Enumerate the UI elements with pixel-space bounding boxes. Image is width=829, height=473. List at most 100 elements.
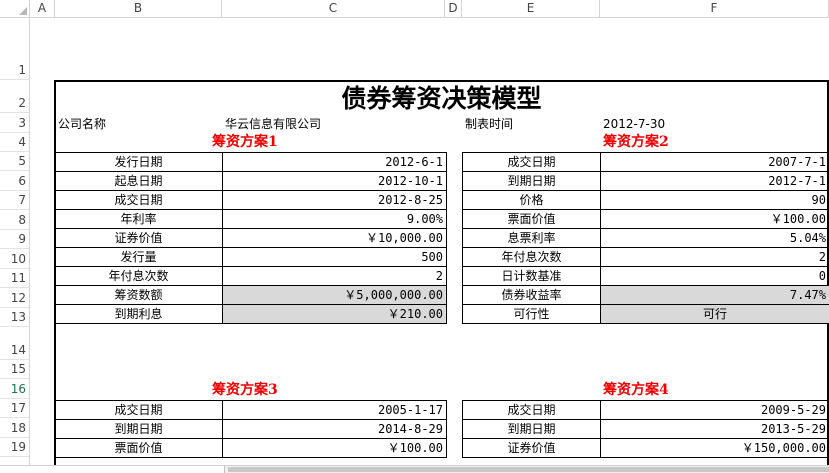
plan1-value-cell[interactable]: 2012-6-1 bbox=[222, 152, 447, 172]
plan1-label-cell[interactable]: 发行量 bbox=[54, 247, 223, 267]
row-header-9[interactable]: 9 bbox=[0, 230, 29, 249]
plan2-label-cell[interactable]: 到期日期 bbox=[462, 171, 601, 191]
row-header-16[interactable]: 16 bbox=[0, 379, 29, 399]
sheet-tab-area[interactable] bbox=[0, 466, 225, 473]
row-header-13[interactable]: 13 bbox=[0, 308, 29, 327]
row-header-2[interactable]: 2 bbox=[0, 80, 29, 113]
plan3-value-cell[interactable]: 2014-8-29 bbox=[222, 419, 447, 439]
row-header-4[interactable]: 4 bbox=[0, 133, 29, 152]
plan3-label-cell[interactable]: 成交日期 bbox=[54, 400, 223, 420]
table-row: 成交日期 2005-1-17 bbox=[54, 400, 447, 420]
plan3-value-cell[interactable]: 2005-1-17 bbox=[222, 400, 447, 420]
select-all-corner[interactable] bbox=[0, 0, 30, 17]
worksheet-grid[interactable]: 债券筹资决策模型 公司名称 华云信息有限公司 制表时间 2012-7-30 筹资… bbox=[30, 18, 829, 473]
plan1-label-cell[interactable]: 年付息次数 bbox=[54, 266, 223, 286]
plan2-title[interactable]: 筹资方案2 bbox=[603, 133, 669, 152]
plan4-title[interactable]: 筹资方案4 bbox=[603, 381, 669, 400]
table-row: 到期利息 ￥210.00 bbox=[54, 304, 447, 324]
plan2-value-cell[interactable]: ￥100.00 bbox=[600, 209, 829, 229]
row-header-3[interactable]: 3 bbox=[0, 113, 29, 133]
model-title[interactable]: 债券筹资决策模型 bbox=[54, 83, 829, 115]
table-row: 可行性 可行 bbox=[462, 304, 829, 324]
plan1-label-cell[interactable]: 成交日期 bbox=[54, 190, 223, 210]
horizontal-scrollbar[interactable] bbox=[0, 465, 829, 473]
table-row: 成交日期 2007-7-1 bbox=[462, 152, 829, 172]
plan1-value-cell[interactable]: 500 bbox=[222, 247, 447, 267]
table-row: 票面价值 ￥100.00 bbox=[54, 438, 447, 458]
row-header-bar: 1 2 3 4 5 6 7 8 9 10 11 12 13 14 15 16 1… bbox=[0, 18, 30, 473]
plan1-label-cell[interactable]: 发行日期 bbox=[54, 152, 223, 172]
row-header-10[interactable]: 10 bbox=[0, 249, 29, 269]
plan1-label-cell[interactable]: 起息日期 bbox=[54, 171, 223, 191]
row-header-15[interactable]: 15 bbox=[0, 360, 29, 379]
column-header-f[interactable]: F bbox=[600, 0, 829, 17]
row-header-14[interactable]: 14 bbox=[0, 327, 29, 360]
scrollbar-thumb[interactable] bbox=[228, 467, 829, 472]
plan1-value-cell[interactable]: 9.00% bbox=[222, 209, 447, 229]
plan1-label-cell[interactable]: 证券价值 bbox=[54, 228, 223, 248]
plan4-label-cell[interactable]: 成交日期 bbox=[462, 400, 601, 420]
plan2-value-cell[interactable]: 2007-7-1 bbox=[600, 152, 829, 172]
plan2-label-cell[interactable]: 息票利率 bbox=[462, 228, 601, 248]
date-label[interactable]: 制表时间 bbox=[465, 115, 513, 133]
plan2-label-cell[interactable]: 日计数基准 bbox=[462, 266, 601, 286]
plan1-title[interactable]: 筹资方案1 bbox=[212, 133, 278, 152]
plan2-label-cell[interactable]: 成交日期 bbox=[462, 152, 601, 172]
row-header-5[interactable]: 5 bbox=[0, 152, 29, 171]
plan4-value-cell[interactable]: ￥150,000.00 bbox=[600, 438, 829, 458]
column-header-e[interactable]: E bbox=[462, 0, 600, 17]
plan2-value-cell[interactable]: 2 bbox=[600, 247, 829, 267]
row-header-12[interactable]: 12 bbox=[0, 288, 29, 308]
plan1-value-cell[interactable]: ￥210.00 bbox=[222, 304, 447, 324]
row-header-11[interactable]: 11 bbox=[0, 269, 29, 288]
plan1-value-cell[interactable]: ￥5,000,000.00 bbox=[222, 285, 447, 305]
table-row: 证券价值 ￥10,000.00 bbox=[54, 228, 447, 248]
date-value[interactable]: 2012-7-30 bbox=[603, 115, 665, 133]
plan2-value-cell[interactable]: 7.47% bbox=[600, 285, 829, 305]
row-header-19[interactable]: 19 bbox=[0, 438, 29, 457]
plan4-value-cell[interactable]: 2013-5-29 bbox=[600, 419, 829, 439]
plan2-label-cell[interactable]: 可行性 bbox=[462, 304, 601, 324]
plan3-value-cell[interactable]: ￥100.00 bbox=[222, 438, 447, 458]
column-header-b[interactable]: B bbox=[55, 0, 222, 17]
table-row: 年付息次数 2 bbox=[462, 247, 829, 267]
plan3-label-cell[interactable]: 票面价值 bbox=[54, 438, 223, 458]
plan3-label-cell[interactable]: 到期日期 bbox=[54, 419, 223, 439]
row-header-18[interactable]: 18 bbox=[0, 418, 29, 438]
plan1-label-cell[interactable]: 筹资数额 bbox=[54, 285, 223, 305]
column-header-a[interactable]: A bbox=[30, 0, 55, 17]
plan1-value-cell[interactable]: ￥10,000.00 bbox=[222, 228, 447, 248]
table-row: 票面价值 ￥100.00 bbox=[462, 209, 829, 229]
plan4-table: 成交日期 2009-5-29 到期日期 2013-5-29 证券价值 ￥150,… bbox=[462, 400, 829, 458]
table-row: 日计数基准 0 bbox=[462, 266, 829, 286]
plan1-value-cell[interactable]: 2012-8-25 bbox=[222, 190, 447, 210]
row-header-6[interactable]: 6 bbox=[0, 171, 29, 191]
plan1-value-cell[interactable]: 2012-10-1 bbox=[222, 171, 447, 191]
row-header-17[interactable]: 17 bbox=[0, 399, 29, 418]
table-row: 成交日期 2012-8-25 bbox=[54, 190, 447, 210]
column-header-c[interactable]: C bbox=[222, 0, 445, 17]
plan2-value-cell[interactable]: 90 bbox=[600, 190, 829, 210]
plan4-label-cell[interactable]: 到期日期 bbox=[462, 419, 601, 439]
company-name[interactable]: 华云信息有限公司 bbox=[225, 115, 321, 133]
plan2-label-cell[interactable]: 债券收益率 bbox=[462, 285, 601, 305]
plan4-label-cell[interactable]: 证券价值 bbox=[462, 438, 601, 458]
plan1-value-cell[interactable]: 2 bbox=[222, 266, 447, 286]
plan2-value-cell[interactable]: 2012-7-1 bbox=[600, 171, 829, 191]
plan2-label-cell[interactable]: 价格 bbox=[462, 190, 601, 210]
company-label[interactable]: 公司名称 bbox=[58, 115, 106, 133]
plan1-label-cell[interactable]: 年利率 bbox=[54, 209, 223, 229]
plan4-value-cell[interactable]: 2009-5-29 bbox=[600, 400, 829, 420]
plan3-title[interactable]: 筹资方案3 bbox=[212, 381, 278, 400]
plan2-label-cell[interactable]: 年付息次数 bbox=[462, 247, 601, 267]
plan2-value-cell[interactable]: 0 bbox=[600, 266, 829, 286]
plan2-value-cell[interactable]: 5.04% bbox=[600, 228, 829, 248]
row-header-7[interactable]: 7 bbox=[0, 191, 29, 210]
plan1-label-cell[interactable]: 到期利息 bbox=[54, 304, 223, 324]
column-header-d[interactable]: D bbox=[445, 0, 462, 17]
row-header-8[interactable]: 8 bbox=[0, 210, 29, 230]
plan2-label-cell[interactable]: 票面价值 bbox=[462, 209, 601, 229]
table-row: 息票利率 5.04% bbox=[462, 228, 829, 248]
plan2-value-cell[interactable]: 可行 bbox=[600, 304, 829, 324]
row-header-1[interactable]: 1 bbox=[0, 18, 29, 80]
